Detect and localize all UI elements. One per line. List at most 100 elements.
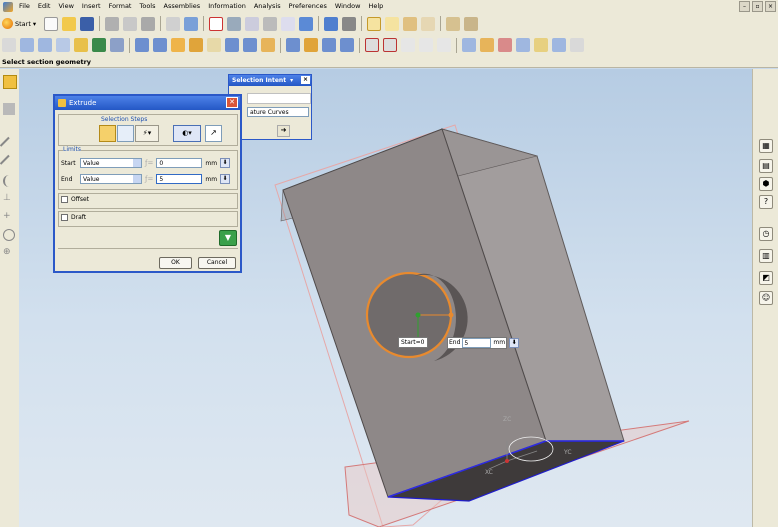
menu-edit[interactable]: Edit — [34, 0, 55, 13]
assembly-navigator-icon[interactable]: ▦ — [759, 139, 773, 153]
point-tool-icon[interactable]: + — [3, 211, 15, 223]
datum-plane-icon[interactable] — [20, 38, 34, 52]
thicken-icon[interactable] — [552, 38, 566, 52]
sketch-feature-icon[interactable] — [2, 38, 16, 52]
part-navigator-icon[interactable]: ▤ — [759, 159, 773, 173]
direction-step-icon[interactable] — [117, 125, 134, 142]
selection-arrow-icon[interactable] — [3, 75, 17, 89]
save-icon[interactable] — [80, 16, 95, 31]
instance-icon[interactable] — [304, 38, 318, 52]
curve-rule-select[interactable]: ature Curves — [247, 107, 309, 117]
start-handle[interactable] — [415, 312, 421, 318]
start-button[interactable]: Start ▾ — [0, 16, 40, 31]
end-value-input[interactable]: 5 — [156, 174, 203, 184]
menu-file[interactable]: File — [15, 0, 34, 13]
expand-dialog-icon[interactable]: ▼ — [219, 230, 237, 246]
close-icon[interactable]: ✕ — [226, 97, 238, 108]
trim-body-icon[interactable] — [340, 38, 354, 52]
formula-icon[interactable]: ƒ= — [145, 159, 153, 167]
end-handle[interactable] — [448, 312, 454, 318]
chevron-down-icon[interactable]: ▾ — [290, 77, 293, 84]
datum-axis-icon[interactable] — [38, 38, 52, 52]
groove-icon[interactable] — [225, 38, 239, 52]
subtract-icon[interactable] — [110, 38, 124, 52]
help-icon[interactable]: ? — [759, 195, 773, 209]
boss-icon[interactable] — [153, 38, 167, 52]
reverse-direction-icon[interactable]: ↗ — [205, 125, 222, 142]
vector-method-icon[interactable]: ⚡▾ — [135, 125, 159, 142]
hole-icon[interactable] — [135, 38, 149, 52]
analysis-icon[interactable] — [464, 16, 479, 31]
undo-icon[interactable] — [166, 16, 181, 31]
section-step-icon[interactable] — [99, 125, 116, 142]
menu-window[interactable]: Window — [331, 0, 365, 13]
unite-icon[interactable] — [92, 38, 106, 52]
menu-insert[interactable]: Insert — [78, 0, 105, 13]
through-curves-icon[interactable] — [462, 38, 476, 52]
start-tag[interactable]: Start=0 — [398, 337, 428, 348]
curve-icon[interactable] — [401, 38, 415, 52]
minimize-icon[interactable]: – — [739, 1, 750, 12]
bounded-plane-icon[interactable] — [516, 38, 530, 52]
nx-app-icon[interactable] — [3, 1, 13, 12]
pad-icon[interactable] — [189, 38, 203, 52]
cancel-button[interactable]: Cancel — [198, 257, 236, 269]
shell-icon[interactable] — [286, 38, 300, 52]
ok-button[interactable]: OK — [159, 257, 192, 269]
arrow-right-icon[interactable]: ➜ — [277, 125, 290, 137]
rotate-icon[interactable] — [263, 16, 278, 31]
sketch-plane-icon[interactable] — [385, 16, 400, 31]
end-input-box[interactable]: End 5 mm — [447, 337, 508, 349]
zoom-window-icon[interactable] — [227, 16, 242, 31]
view-layout-icon[interactable] — [342, 16, 357, 31]
orient-view-icon[interactable] — [299, 16, 314, 31]
line-tool-icon[interactable] — [0, 136, 19, 156]
trim-tool-icon[interactable]: ⊥ — [3, 193, 15, 205]
swept-icon[interactable] — [480, 38, 494, 52]
spline-icon[interactable] — [419, 38, 433, 52]
close-icon[interactable]: × — [301, 76, 310, 84]
pocket-icon[interactable] — [171, 38, 185, 52]
line-icon[interactable] — [365, 38, 379, 52]
paste-icon[interactable] — [141, 16, 156, 31]
cut-icon[interactable] — [105, 16, 120, 31]
pan-icon[interactable] — [281, 16, 296, 31]
offset-curve-icon[interactable] — [437, 38, 451, 52]
chamfer-icon[interactable] — [261, 38, 275, 52]
circle-tool-icon[interactable] — [3, 229, 15, 241]
process-studio-icon[interactable]: ◩ — [759, 271, 773, 285]
edge-blend-icon[interactable] — [243, 38, 257, 52]
new-file-icon[interactable] — [44, 16, 59, 31]
sketch-dimension-icon[interactable] — [403, 16, 418, 31]
end-input-menu-button[interactable]: ⬇ — [509, 338, 520, 348]
menu-format[interactable]: Format — [105, 0, 136, 13]
mirror-icon[interactable] — [322, 38, 336, 52]
arc-tool-icon[interactable] — [3, 175, 17, 187]
draft-checkbox[interactable] — [61, 214, 68, 221]
menu-help[interactable]: Help — [364, 0, 387, 13]
copy-icon[interactable] — [123, 16, 138, 31]
menu-preferences[interactable]: Preferences — [285, 0, 331, 13]
menu-information[interactable]: Information — [204, 0, 250, 13]
arc-icon[interactable] — [383, 38, 397, 52]
end-menu-button[interactable]: ⬇ — [220, 174, 231, 184]
render-style-icon[interactable] — [324, 16, 339, 31]
face-blend-icon[interactable] — [498, 38, 512, 52]
selection-filter-select[interactable] — [247, 93, 311, 104]
end-option-select[interactable]: Value — [80, 174, 142, 184]
sketch-constraint-icon[interactable] — [421, 16, 436, 31]
sew-icon[interactable] — [534, 38, 548, 52]
start-value-input[interactable]: 0 — [156, 158, 203, 168]
history-icon[interactable]: ◷ — [759, 227, 773, 241]
extrude-icon[interactable] — [56, 38, 70, 52]
slot-icon[interactable] — [207, 38, 221, 52]
revolve-icon[interactable] — [74, 38, 88, 52]
roles-icon[interactable]: ☺ — [759, 291, 773, 305]
selection-filter-icon[interactable] — [184, 16, 199, 31]
boolean-select-icon[interactable]: ◐▾ — [173, 125, 201, 142]
restore-icon[interactable]: ▫ — [752, 1, 763, 12]
formula-icon[interactable]: ƒ= — [145, 175, 153, 183]
system-materials-icon[interactable]: ▥ — [759, 249, 773, 263]
fit-view-icon[interactable] — [209, 16, 224, 31]
menu-analysis[interactable]: Analysis — [250, 0, 285, 13]
